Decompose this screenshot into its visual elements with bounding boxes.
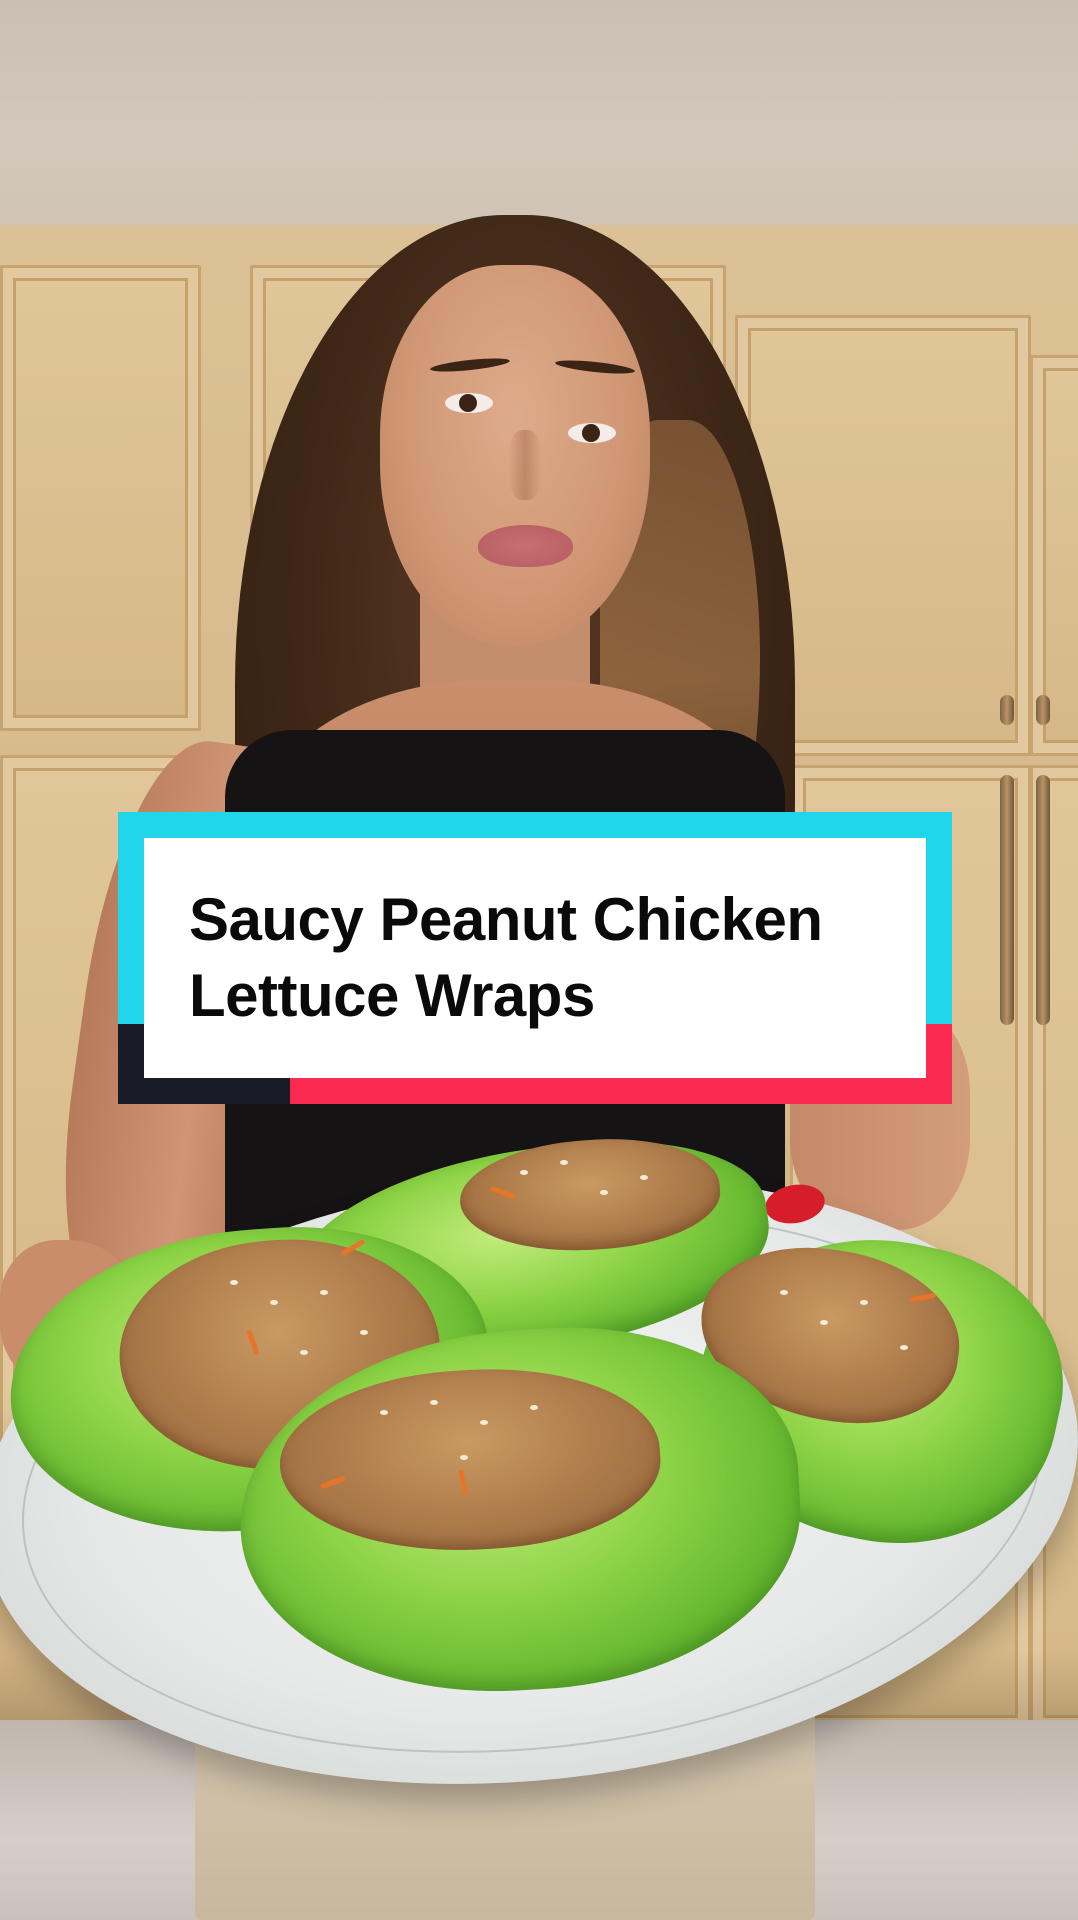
sesame-seed [900, 1345, 908, 1350]
sesame-seed [860, 1300, 868, 1305]
sesame-seed [300, 1350, 308, 1355]
sesame-seed [520, 1170, 528, 1175]
sesame-seed [640, 1175, 648, 1180]
sesame-seed [820, 1320, 828, 1325]
cabinet-door [1030, 355, 1078, 756]
sesame-seed [560, 1160, 568, 1165]
cabinet-knob-icon [1036, 695, 1050, 725]
video-frame: Saucy Peanut Chicken Lettuce Wraps [0, 0, 1078, 1920]
left-eye [445, 393, 493, 413]
title-card: Saucy Peanut Chicken Lettuce Wraps [118, 812, 952, 1104]
sesame-seed [380, 1410, 388, 1415]
sesame-seed [430, 1400, 438, 1405]
cabinet-handle-icon [1000, 775, 1014, 1025]
cabinet-door [0, 265, 201, 731]
right-eye [568, 423, 616, 443]
sesame-seed [480, 1420, 488, 1425]
title-card-panel: Saucy Peanut Chicken Lettuce Wraps [144, 838, 926, 1078]
title-line-1: Saucy Peanut Chicken [189, 886, 823, 953]
sesame-seed [600, 1190, 608, 1195]
cabinet-knob-icon [1000, 695, 1014, 725]
lips [478, 525, 573, 567]
sesame-seed [460, 1455, 468, 1460]
sesame-seed [530, 1405, 538, 1410]
nose [508, 430, 542, 500]
sesame-seed [780, 1290, 788, 1295]
sesame-seed [230, 1280, 238, 1285]
sesame-seed [320, 1290, 328, 1295]
title-line-2: Lettuce Wraps [189, 962, 595, 1029]
sesame-seed [270, 1300, 278, 1305]
sesame-seed [360, 1330, 368, 1335]
cabinet-handle-icon [1036, 775, 1050, 1025]
